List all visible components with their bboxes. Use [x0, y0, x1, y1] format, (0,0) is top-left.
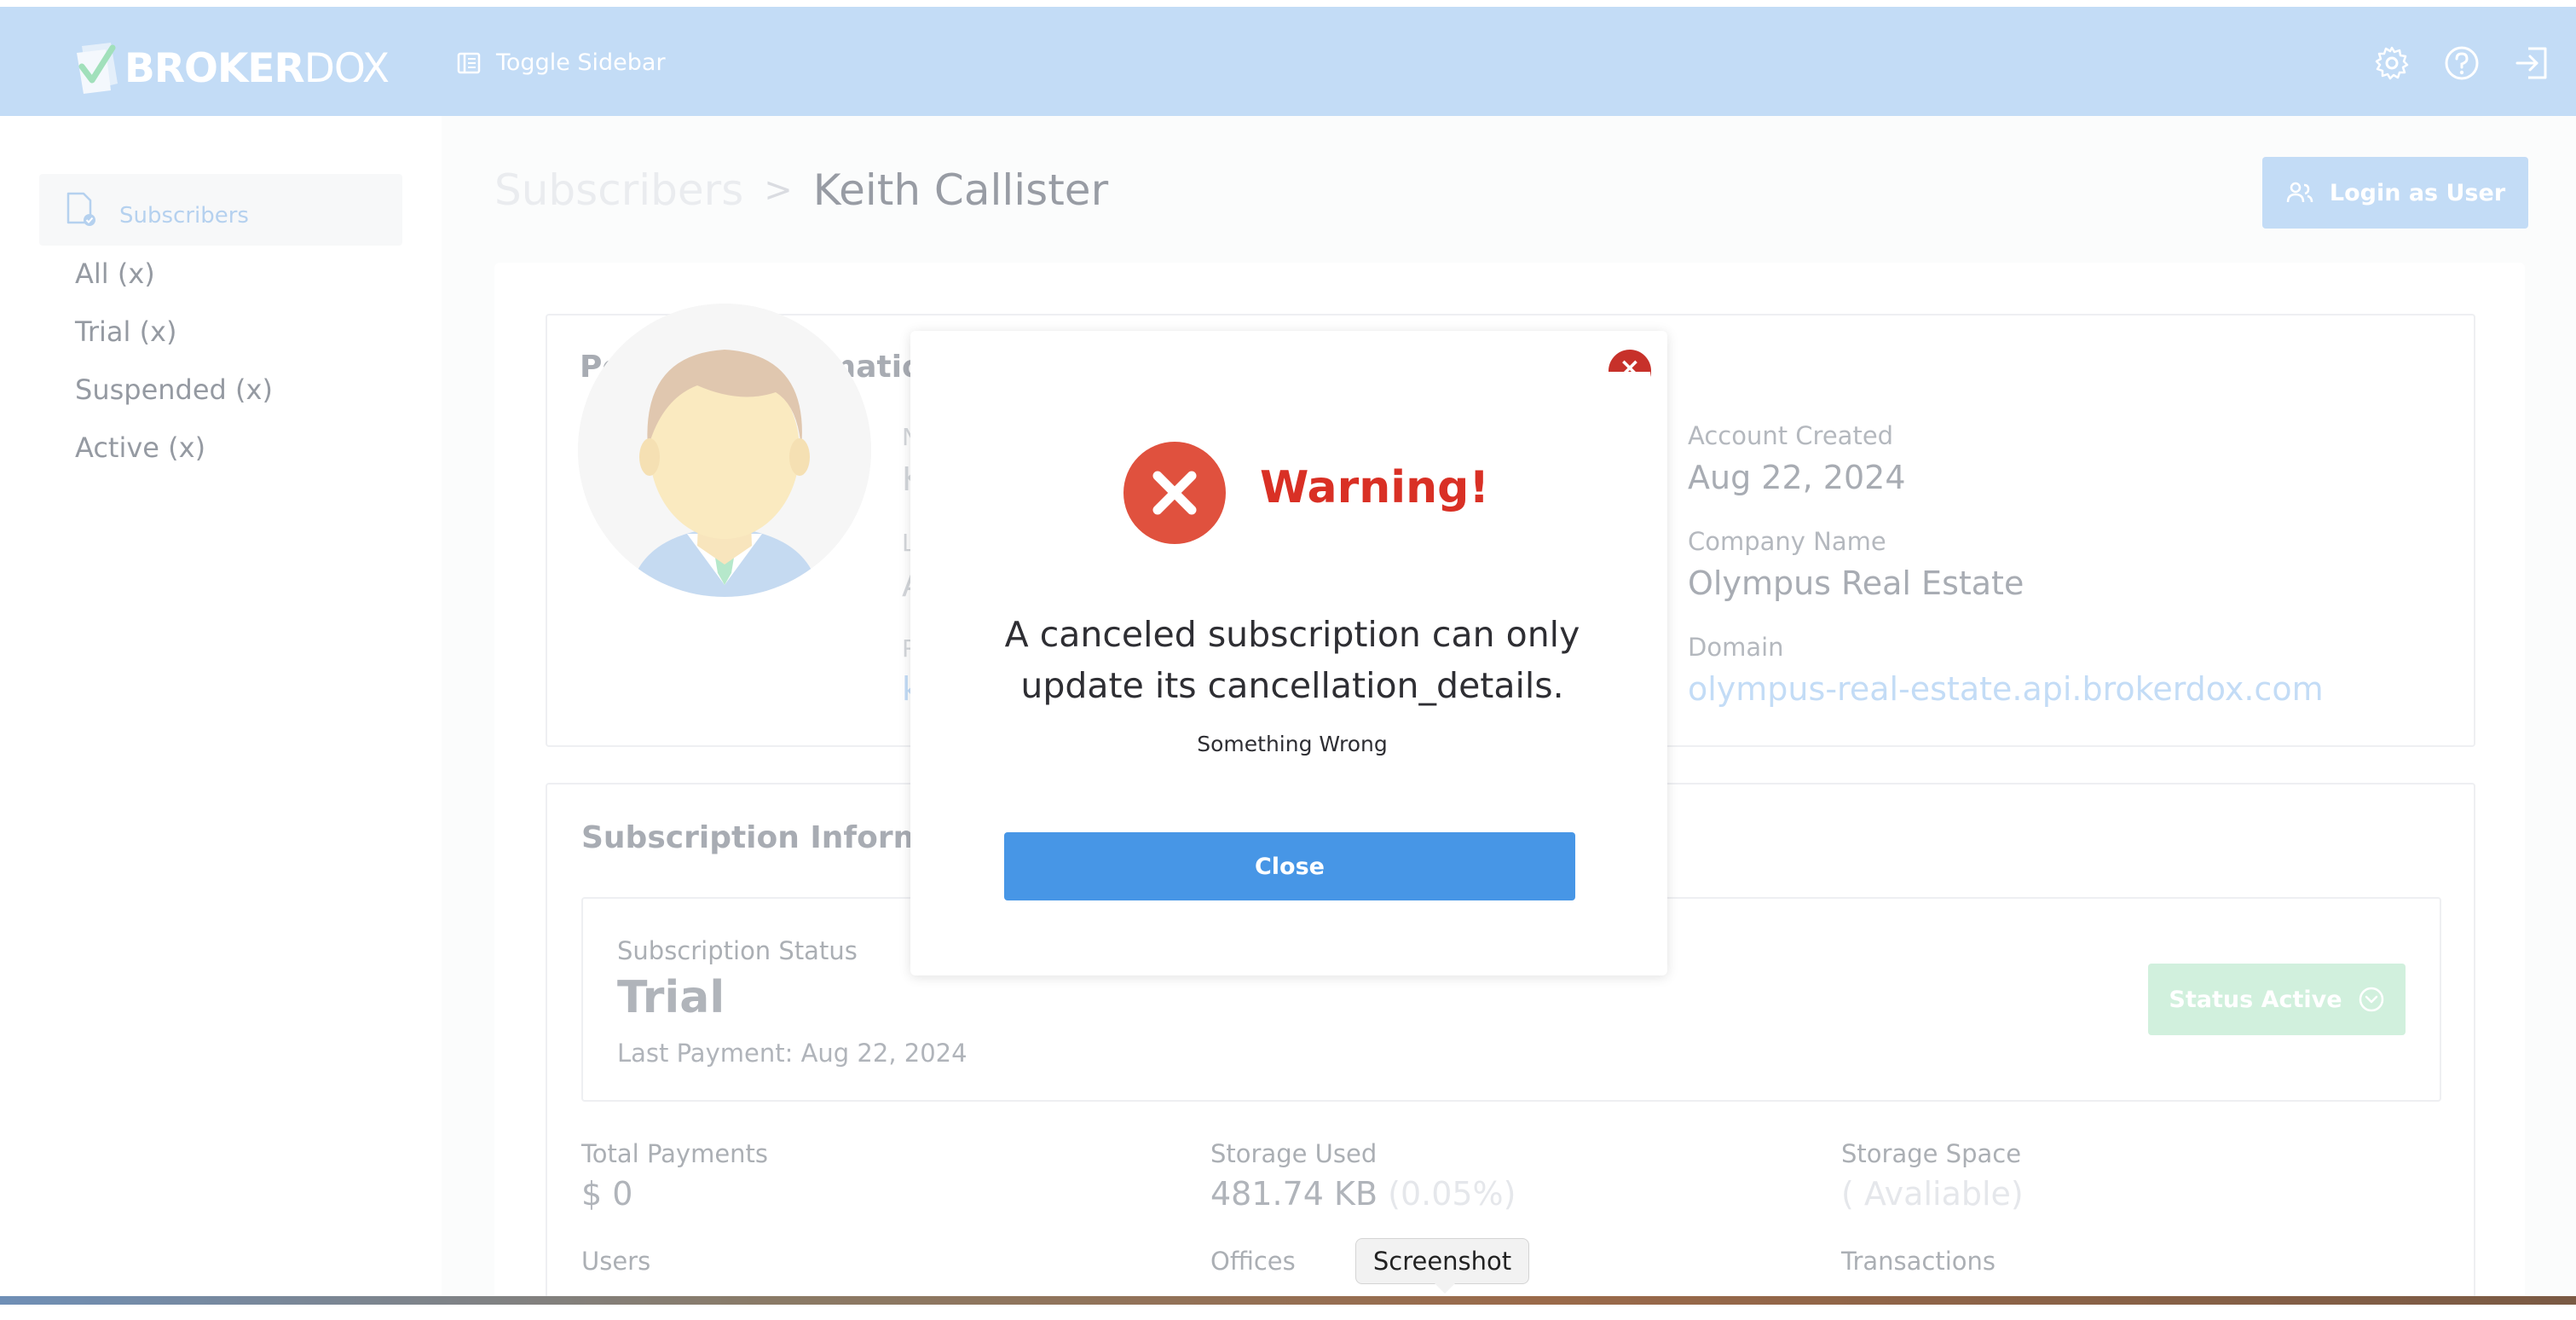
- error-x-icon: [1123, 442, 1226, 544]
- desktop-background-strip: [0, 1296, 2576, 1305]
- close-button[interactable]: Close: [1004, 832, 1575, 900]
- screenshot-tooltip: Screenshot: [1355, 1238, 1529, 1294]
- warning-message: A canceled subscription can only update …: [1004, 614, 1580, 706]
- warning-modal: Warning! A canceled subscription can onl…: [934, 372, 1650, 935]
- warning-subtext: Something Wrong: [1197, 732, 1388, 756]
- warning-title: Warning!: [1260, 462, 1490, 513]
